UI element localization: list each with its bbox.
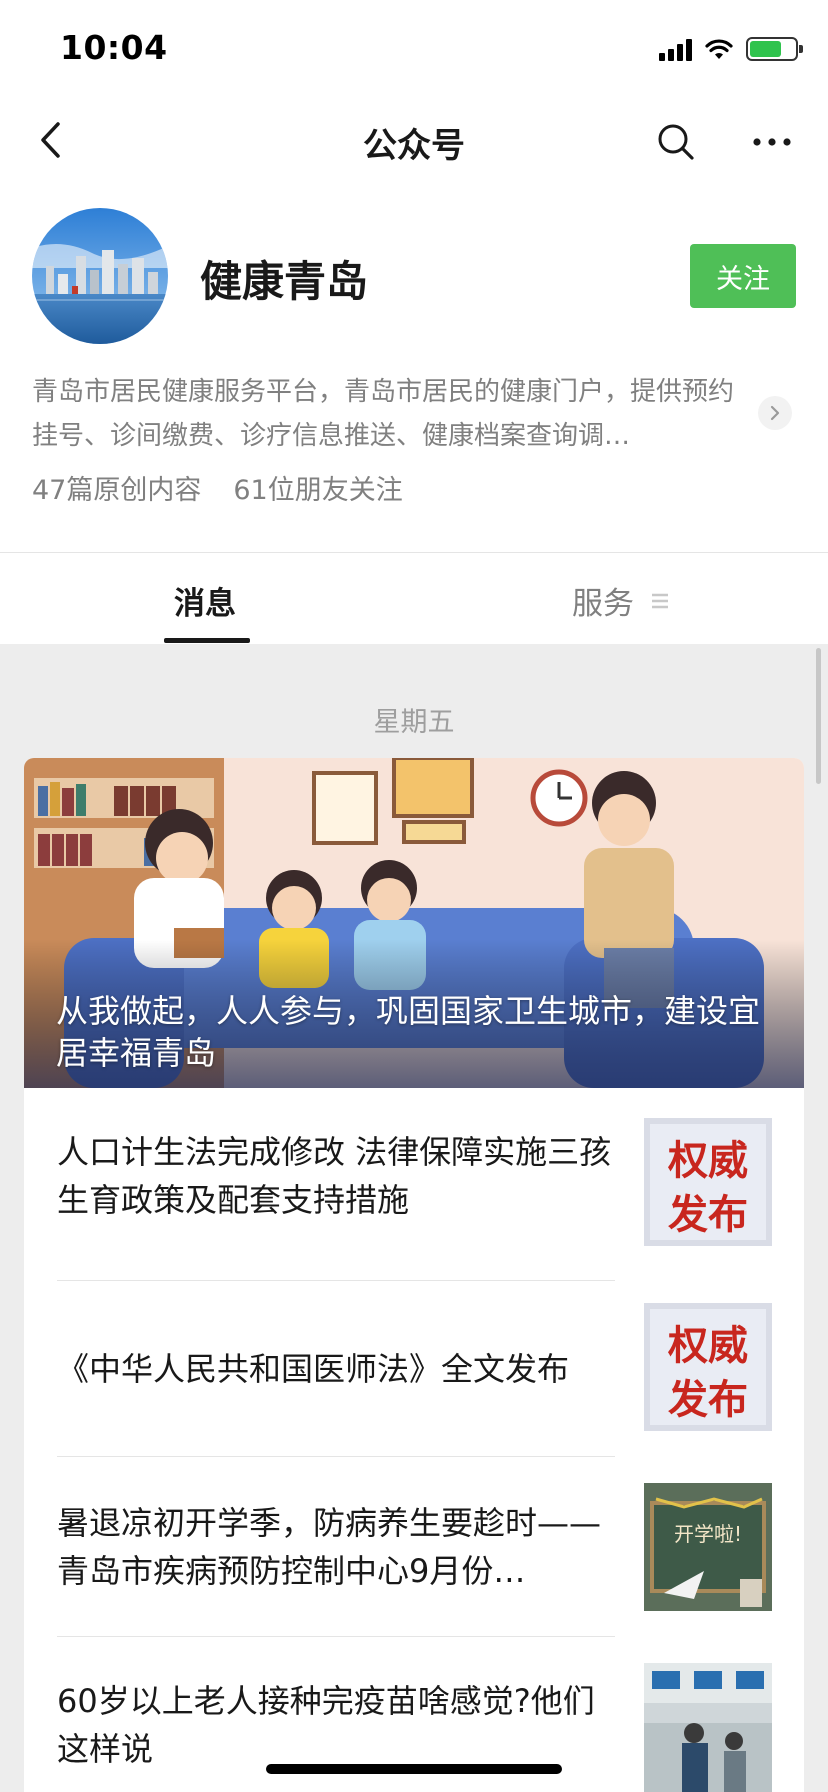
list-item[interactable]: 《中华人民共和国医师法》全文发布 权威 发布	[24, 1281, 804, 1457]
account-stats: 47篇原创内容 61位朋友关注	[32, 468, 403, 507]
menu-lines-icon	[652, 593, 668, 608]
status-time: 10:04	[60, 28, 168, 67]
article-title: 60岁以上老人接种完疫苗啥感觉?他们这样说	[57, 1682, 595, 1768]
thumb-text-line1: 开学啦!	[674, 1522, 742, 1546]
account-description[interactable]: 青岛市居民健康服务平台，青岛市居民的健康门户，提供预约挂号、诊间缴费、诊疗信息推…	[32, 370, 752, 458]
follow-button[interactable]: 关注	[690, 244, 796, 308]
article-thumbnail	[644, 1663, 772, 1792]
article-title: 人口计生法完成修改 法律保障实施三孩生育政策及配套支持措施	[57, 1133, 612, 1219]
battery-icon	[746, 37, 803, 61]
thumb-text-line2: 发布	[668, 1192, 748, 1238]
tab-services[interactable]: 服务	[572, 578, 670, 623]
article-title: 《中华人民共和国医师法》全文发布	[57, 1350, 570, 1388]
cellular-signal-icon	[659, 37, 692, 61]
day-label: 星期五	[373, 707, 455, 738]
article-title: 暑退凉初开学季，防病养生要趁时——青岛市疾病预防控制中心9月份…	[57, 1504, 602, 1590]
home-indicator[interactable]	[266, 1764, 562, 1774]
original-content-count: 47篇原创内容	[32, 475, 202, 506]
account-name: 健康青岛	[200, 257, 369, 306]
article-thumbnail: 权威 发布	[644, 1118, 772, 1246]
search-icon[interactable]	[652, 118, 700, 166]
tab-messages[interactable]: 消息	[174, 578, 236, 623]
list-item[interactable]: 暑退凉初开学季，防病养生要趁时——青岛市疾病预防控制中心9月份… 开学啦!	[24, 1457, 804, 1637]
thumb-text-line1: 权威	[667, 1323, 748, 1369]
nav-bar: 公众号	[0, 100, 828, 182]
hero-article[interactable]: 从我做起，人人参与，巩固国家卫生城市，建设宜居幸福青岛	[24, 758, 804, 1088]
list-item[interactable]: 人口计生法完成修改 法律保障实施三孩生育政策及配套支持措施 权威 发布	[24, 1088, 804, 1268]
thumb-text-line2: 发布	[668, 1377, 748, 1423]
status-bar: 10:04	[0, 0, 828, 100]
chevron-right-icon[interactable]	[758, 396, 792, 430]
hero-article-title: 从我做起，人人参与，巩固国家卫生城市，建设宜居幸福青岛	[56, 992, 761, 1072]
article-thumbnail: 权威 发布	[644, 1303, 772, 1431]
wifi-icon	[705, 39, 733, 59]
status-icons	[659, 34, 803, 64]
page-title: 公众号	[363, 126, 465, 166]
more-icon[interactable]	[748, 118, 796, 166]
active-tab-indicator	[164, 638, 250, 643]
friends-following-count: 61位朋友关注	[233, 475, 403, 506]
article-card: 从我做起，人人参与，巩固国家卫生城市，建设宜居幸福青岛 人口计生法完成修改 法律…	[24, 758, 804, 1792]
thumb-text-line1: 权威	[667, 1138, 748, 1184]
divider	[0, 552, 828, 553]
account-avatar[interactable]	[32, 208, 168, 344]
article-thumbnail: 开学啦!	[644, 1483, 772, 1611]
tab-services-label: 服务	[572, 586, 634, 622]
